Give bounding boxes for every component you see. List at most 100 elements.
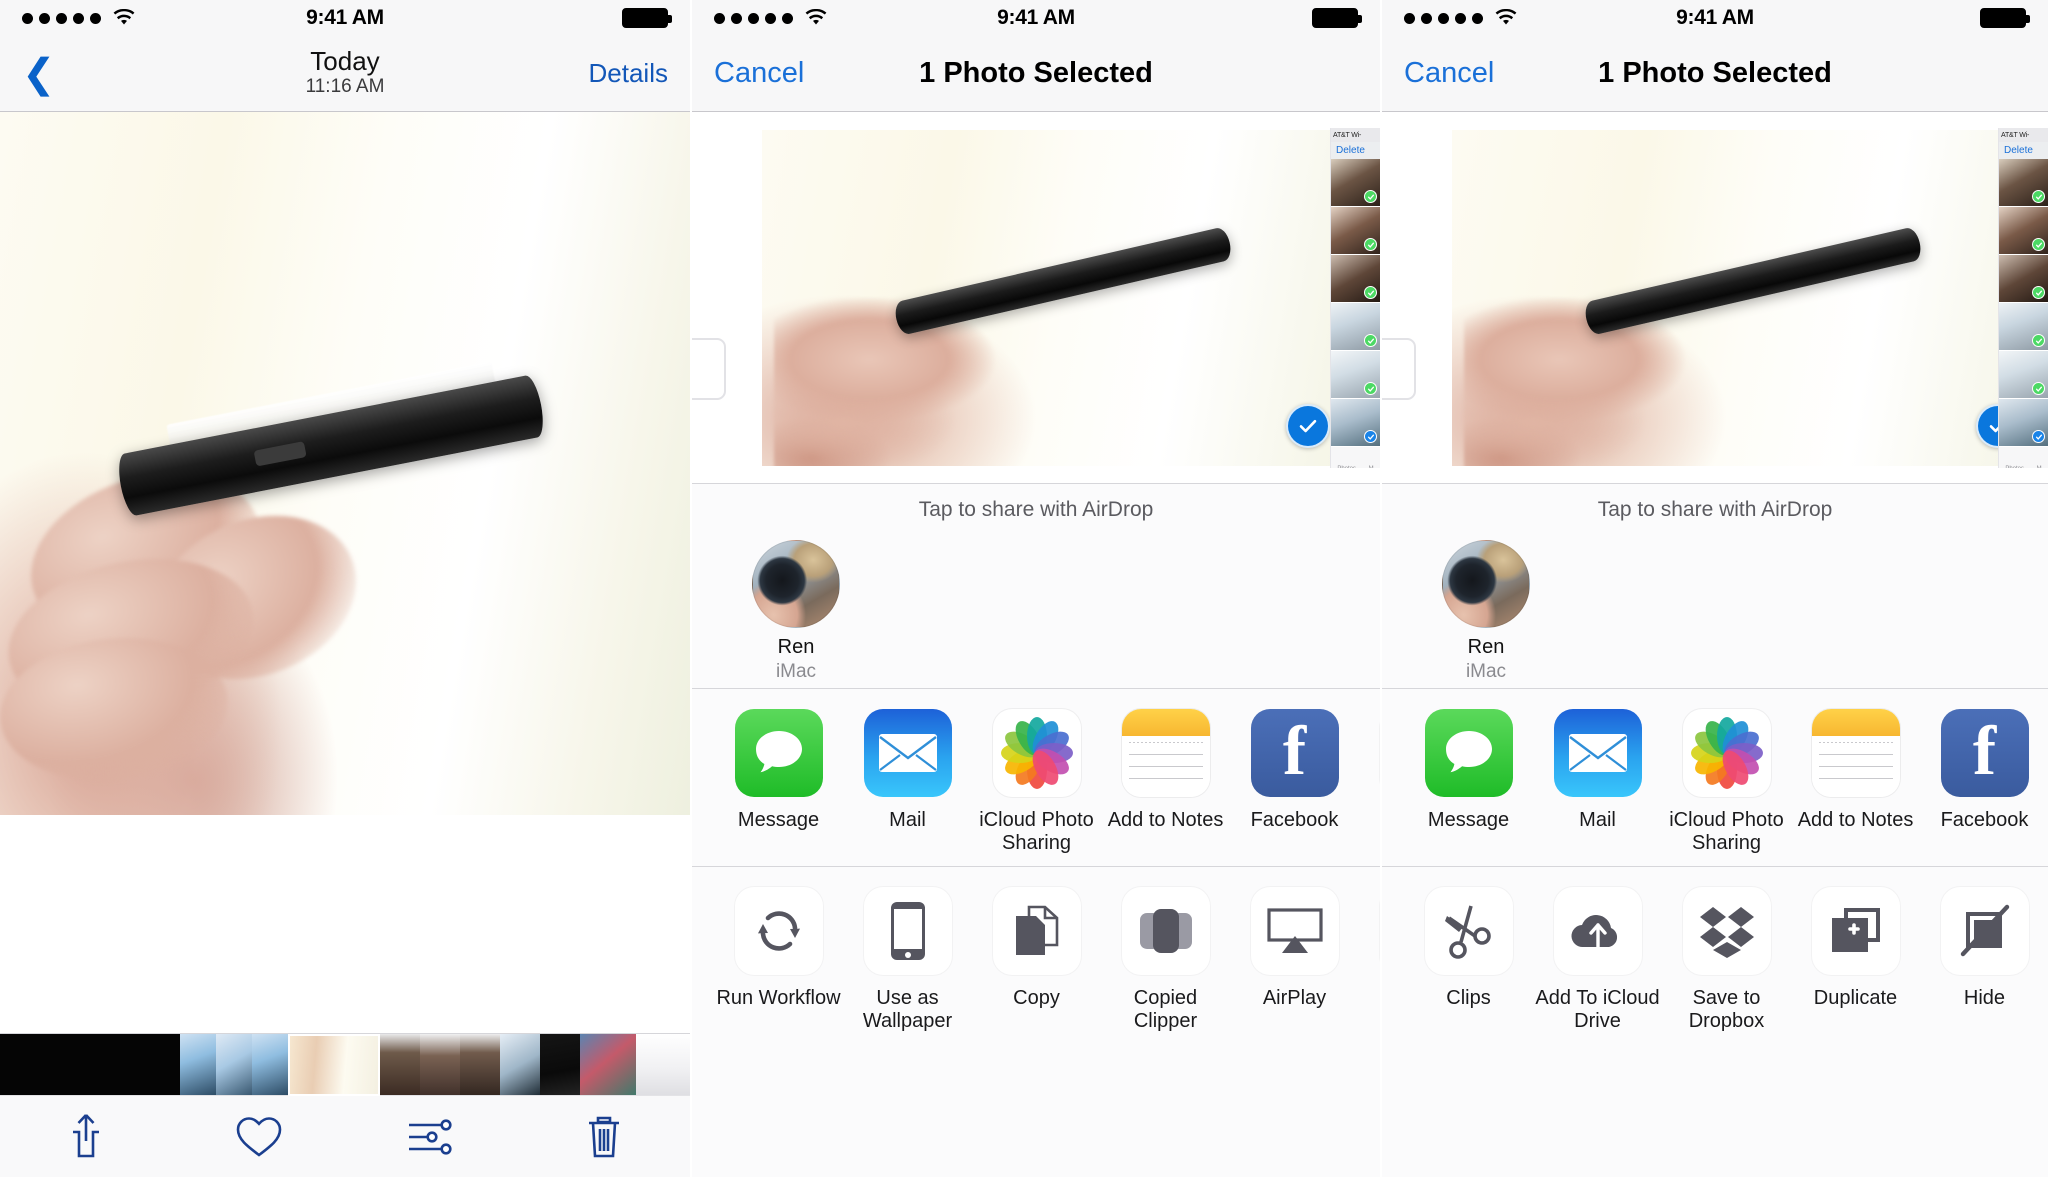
filmstrip-thumb[interactable] bbox=[380, 1034, 420, 1096]
panel-share-sheet-page2: 9:41 AM Cancel 1 Photo Selected AT&T Wi-… bbox=[1380, 0, 2048, 1177]
details-button[interactable]: Details bbox=[589, 58, 668, 89]
thumb-tab-photos: Photos bbox=[1337, 466, 1356, 468]
filmstrip-thumb[interactable] bbox=[216, 1034, 252, 1096]
message-icon bbox=[1424, 709, 1513, 797]
share-actions-row-page1[interactable]: Run Workflow Use as Wallpaper Copy Copie… bbox=[692, 867, 1380, 1072]
share-app-facebook[interactable]: f Facebook bbox=[1230, 709, 1359, 832]
filmstrip-thumb[interactable] bbox=[460, 1034, 500, 1096]
action-add-to-icloud-drive[interactable]: Add To iCloud Drive bbox=[1533, 887, 1662, 1033]
action-label: Duplicate bbox=[1813, 987, 1898, 1009]
cancel-button[interactable]: Cancel bbox=[714, 57, 804, 90]
share-app-icloud-photo-sharing[interactable]: iCloud Photo Sharing bbox=[972, 709, 1101, 855]
filmstrip-thumb[interactable] bbox=[0, 1034, 36, 1096]
action-save-to-dropbox[interactable]: Save to Dropbox bbox=[1662, 887, 1791, 1033]
mail-icon bbox=[863, 709, 952, 797]
action-duplicate[interactable]: Duplicate bbox=[1791, 887, 1920, 1010]
share-app-overflow[interactable] bbox=[1359, 709, 1380, 809]
mail-icon bbox=[1553, 709, 1642, 797]
filmstrip-thumb[interactable] bbox=[540, 1034, 580, 1096]
action-label: Copy bbox=[1013, 987, 1060, 1009]
share-app-icloud-photo-sharing[interactable]: iCloud Photo Sharing bbox=[1662, 709, 1791, 855]
action-hide[interactable]: Hide bbox=[1920, 887, 2048, 1010]
action-run-workflow[interactable]: Run Workflow bbox=[714, 887, 843, 1010]
facebook-icon: f bbox=[1250, 709, 1339, 797]
airdrop-contact-device: iMac bbox=[1465, 661, 1507, 682]
share-sheet-title: 1 Photo Selected bbox=[1598, 57, 1832, 89]
navigation-bar: ❮ Today 11:16 AM Details bbox=[0, 36, 690, 112]
action-label: Hide bbox=[1963, 987, 2006, 1009]
trash-icon[interactable] bbox=[566, 1104, 642, 1170]
thumb-status-text: AT&T Wi- bbox=[1999, 128, 2048, 142]
photo-filmstrip[interactable] bbox=[0, 1033, 690, 1096]
share-app-label: Facebook bbox=[1250, 809, 1339, 831]
selected-photo-thumbnail[interactable] bbox=[1452, 130, 2042, 466]
photo-viewer[interactable] bbox=[0, 112, 690, 815]
share-apps-row[interactable]: Message Mail iCloud Photo Sharing Add to… bbox=[1382, 689, 2048, 867]
hand-holding-phone-photo bbox=[0, 112, 690, 815]
battery-full-icon bbox=[622, 8, 672, 28]
airdrop-contact-name: Ren bbox=[1467, 636, 1505, 658]
chevron-left-icon[interactable]: ❮ bbox=[22, 54, 56, 94]
phone-icon bbox=[863, 887, 952, 975]
clipper-icon bbox=[1121, 887, 1210, 975]
next-photo-thumbnail[interactable]: AT&T Wi- Delete Photos M bbox=[1330, 128, 1380, 468]
copy-icon bbox=[992, 887, 1081, 975]
airplay-icon bbox=[1250, 887, 1339, 975]
share-app-message[interactable]: Message bbox=[1404, 709, 1533, 832]
action-overflow[interactable] bbox=[1359, 887, 1380, 987]
share-actions-row-page2[interactable]: Clips Add To iCloud Drive Save to Dropbo… bbox=[1382, 867, 2048, 1072]
heart-icon[interactable] bbox=[221, 1104, 297, 1170]
photos-icon bbox=[1682, 709, 1771, 797]
share-app-facebook[interactable]: f Facebook bbox=[1920, 709, 2048, 832]
nav-title-block: Today 11:16 AM bbox=[0, 47, 690, 99]
share-app-mail[interactable]: Mail bbox=[843, 709, 972, 832]
filmstrip-thumb[interactable] bbox=[500, 1034, 540, 1096]
notes-icon bbox=[1121, 709, 1210, 797]
filmstrip-thumb-current[interactable] bbox=[288, 1034, 380, 1096]
thumb-tab-more: M bbox=[2037, 466, 2042, 468]
action-label: Run Workflow bbox=[716, 987, 841, 1009]
previous-photo-placeholder[interactable] bbox=[692, 337, 726, 400]
action-airplay[interactable]: AirPlay bbox=[1230, 887, 1359, 1010]
share-app-message[interactable]: Message bbox=[714, 709, 843, 832]
previous-photo-placeholder[interactable] bbox=[1382, 337, 1416, 400]
action-use-as-wallpaper[interactable]: Use as Wallpaper bbox=[843, 887, 972, 1033]
filmstrip-thumb[interactable] bbox=[420, 1034, 460, 1096]
share-app-label: Message bbox=[737, 809, 820, 831]
duplicate-icon bbox=[1811, 887, 1900, 975]
share-apps-row[interactable]: Message Mail iCloud Photo Sharing Add to… bbox=[692, 689, 1380, 867]
cancel-button[interactable]: Cancel bbox=[1404, 57, 1494, 90]
action-copy[interactable]: Copy bbox=[972, 887, 1101, 1010]
action-label: Clips bbox=[1446, 987, 1491, 1009]
airdrop-contact-ren[interactable]: Ren iMac bbox=[736, 540, 856, 683]
filmstrip-thumb[interactable] bbox=[144, 1034, 180, 1096]
filmstrip-thumb[interactable] bbox=[636, 1034, 690, 1096]
selected-photo-thumbnail[interactable] bbox=[762, 130, 1352, 466]
action-copied-clipper[interactable]: Copied Clipper bbox=[1101, 887, 1230, 1033]
airdrop-contact-ren[interactable]: Ren iMac bbox=[1426, 540, 1546, 683]
action-clips[interactable]: Clips bbox=[1404, 887, 1533, 1010]
filmstrip-thumb[interactable] bbox=[180, 1034, 216, 1096]
share-app-add-to-notes[interactable]: Add to Notes bbox=[1791, 709, 1920, 832]
share-app-label: Message bbox=[1427, 809, 1510, 831]
share-app-label: Add to Notes bbox=[1107, 809, 1224, 831]
share-app-add-to-notes[interactable]: Add to Notes bbox=[1101, 709, 1230, 832]
adjust-sliders-icon[interactable] bbox=[393, 1104, 469, 1170]
airdrop-contact-device: iMac bbox=[775, 661, 817, 682]
next-photo-thumbnail[interactable]: AT&T Wi- Delete Photos M bbox=[1998, 128, 2048, 468]
share-icon[interactable] bbox=[48, 1104, 124, 1170]
share-sheet-navbar: Cancel 1 Photo Selected bbox=[1382, 36, 2048, 112]
airdrop-hint: Tap to share with AirDrop bbox=[1597, 498, 1833, 521]
filmstrip-thumb[interactable] bbox=[108, 1034, 144, 1096]
thumb-delete-label: Delete bbox=[1331, 142, 1380, 159]
avatar bbox=[752, 540, 840, 628]
filmstrip-thumb[interactable] bbox=[72, 1034, 108, 1096]
thumb-status-text: AT&T Wi- bbox=[1331, 128, 1380, 142]
share-app-mail[interactable]: Mail bbox=[1533, 709, 1662, 832]
check-circle-icon[interactable] bbox=[1286, 404, 1330, 448]
filmstrip-thumb[interactable] bbox=[580, 1034, 636, 1096]
filmstrip-thumb[interactable] bbox=[36, 1034, 72, 1096]
action-label: Use as Wallpaper bbox=[862, 987, 953, 1032]
filmstrip-thumb[interactable] bbox=[252, 1034, 288, 1096]
airdrop-section: Tap to share with AirDrop Ren iMac bbox=[692, 484, 1380, 689]
